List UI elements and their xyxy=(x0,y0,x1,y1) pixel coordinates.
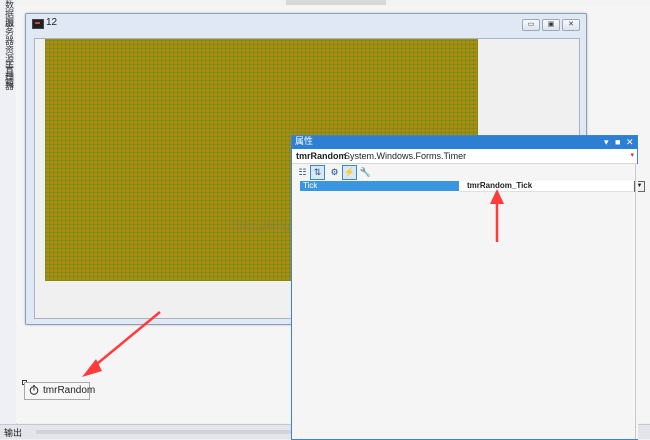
annotation-arrows xyxy=(82,189,504,377)
arrow-to-event xyxy=(490,189,504,242)
arrow-to-timer xyxy=(82,311,161,377)
